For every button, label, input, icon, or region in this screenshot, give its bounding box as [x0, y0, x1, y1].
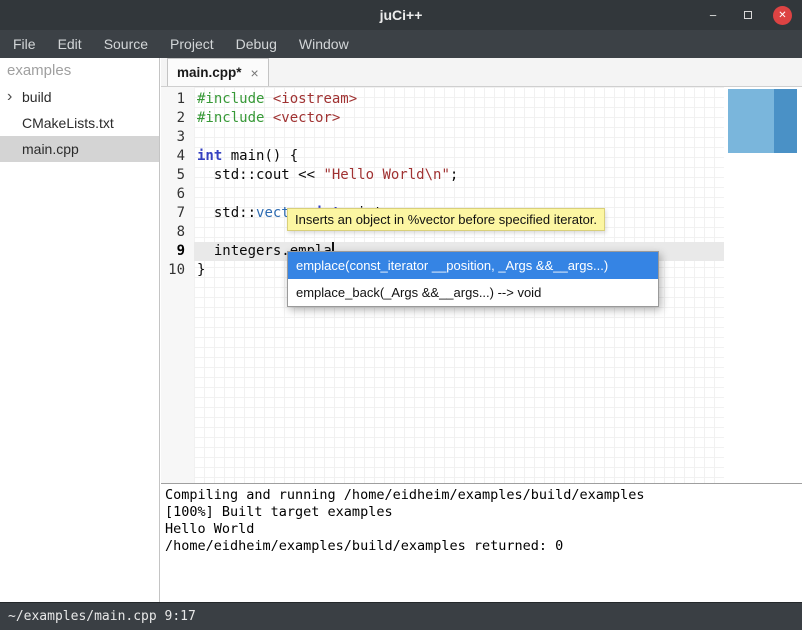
autocomplete-item[interactable]: emplace_back(_Args &&__args...) --> void — [288, 279, 658, 306]
line-number: 7 — [161, 204, 194, 223]
file-tree: ›build CMakeLists.txt main.cpp — [0, 84, 159, 162]
menu-item-edit[interactable]: Edit — [47, 31, 93, 57]
window-controls: − ✕ — [703, 0, 792, 30]
code-token: int — [197, 148, 222, 164]
menu-item-file[interactable]: File — [2, 31, 47, 57]
menu-item-debug[interactable]: Debug — [225, 31, 288, 57]
tree-item-label: main.cpp — [22, 141, 79, 157]
sidebar-header: examples — [0, 58, 159, 84]
line-number: 2 — [161, 109, 194, 128]
tab-close-icon[interactable]: × — [251, 65, 259, 81]
code-token: } — [197, 262, 205, 278]
tab-main-cpp[interactable]: main.cpp* × — [167, 58, 269, 86]
line-number: 9 — [161, 242, 194, 261]
main-area: main.cpp* × 12345678910 #include <iostre… — [161, 58, 802, 602]
terminal-line: /home/eidheim/examples/build/examples re… — [165, 538, 798, 555]
code-line — [194, 128, 724, 147]
close-button[interactable]: ✕ — [773, 6, 792, 25]
window-title: juCi++ — [0, 7, 802, 23]
autocomplete-item[interactable]: emplace(const_iterator __position, _Args… — [288, 252, 658, 279]
tree-item-main-cpp[interactable]: main.cpp — [0, 136, 159, 162]
status-bar: ~/examples/main.cpp 9:17 — [0, 602, 802, 630]
minimize-button[interactable]: − — [703, 5, 723, 25]
tree-item-label: CMakeLists.txt — [22, 115, 114, 131]
scrollbar-thumb[interactable] — [774, 89, 797, 153]
code-token: #include — [197, 91, 264, 107]
menu-item-project[interactable]: Project — [159, 31, 225, 57]
terminal-line: Hello World — [165, 521, 798, 538]
scrollbar-overview[interactable] — [728, 89, 797, 153]
code-line: #include <vector> — [194, 109, 724, 128]
maximize-button[interactable] — [738, 5, 758, 25]
code-line: #include <iostream> — [194, 90, 724, 109]
line-number: 4 — [161, 147, 194, 166]
line-number: 10 — [161, 261, 194, 280]
terminal-line: Compiling and running /home/eidheim/exam… — [165, 487, 798, 504]
code-line: int main() { — [194, 147, 724, 166]
code-token: ; — [450, 167, 458, 183]
app-window: juCi++ − ✕ FileEditSourceProjectDebugWin… — [0, 0, 802, 630]
line-number: 8 — [161, 223, 194, 242]
menu-item-window[interactable]: Window — [288, 31, 360, 57]
line-number: 5 — [161, 166, 194, 185]
line-number: 6 — [161, 185, 194, 204]
tree-item-label: build — [22, 89, 52, 105]
code-line — [194, 185, 724, 204]
scrollbar-track — [728, 89, 774, 153]
code-token — [264, 91, 272, 107]
close-icon: ✕ — [778, 10, 786, 21]
code-token: std::cout << — [197, 167, 323, 183]
maximize-icon — [744, 11, 752, 19]
minimize-icon: − — [709, 8, 717, 23]
terminal-line: [100%] Built target examples — [165, 504, 798, 521]
code-token: <vector> — [273, 110, 340, 126]
code-token: main() { — [222, 148, 298, 164]
code-token: <iostream> — [273, 91, 357, 107]
sidebar: examples ›build CMakeLists.txt main.cpp — [0, 58, 160, 602]
title-bar: juCi++ − ✕ — [0, 0, 802, 30]
code-token: std:: — [197, 205, 256, 221]
code-token: "Hello World\n" — [323, 167, 449, 183]
code-token — [264, 110, 272, 126]
terminal-panel[interactable]: Compiling and running /home/eidheim/exam… — [161, 483, 802, 602]
doc-tooltip: Inserts an object in %vector before spec… — [287, 208, 605, 231]
autocomplete-popup: emplace(const_iterator __position, _Args… — [287, 251, 659, 307]
line-number: 1 — [161, 90, 194, 109]
tab-bar: main.cpp* × — [161, 58, 802, 87]
code-line: std::cout << "Hello World\n"; — [194, 166, 724, 185]
menu-item-source[interactable]: Source — [93, 31, 159, 57]
status-text: ~/examples/main.cpp 9:17 — [8, 609, 196, 624]
code-token: #include — [197, 110, 264, 126]
line-number: 3 — [161, 128, 194, 147]
tree-item-build[interactable]: ›build — [0, 84, 159, 110]
gutter: 12345678910 — [161, 87, 194, 483]
chevron-right-icon: › — [7, 90, 22, 104]
menu-bar: FileEditSourceProjectDebugWindow — [0, 30, 802, 58]
terminal-output: Compiling and running /home/eidheim/exam… — [165, 487, 798, 555]
tree-item-cmakelists-txt[interactable]: CMakeLists.txt — [0, 110, 159, 136]
tab-label: main.cpp* — [177, 65, 242, 80]
